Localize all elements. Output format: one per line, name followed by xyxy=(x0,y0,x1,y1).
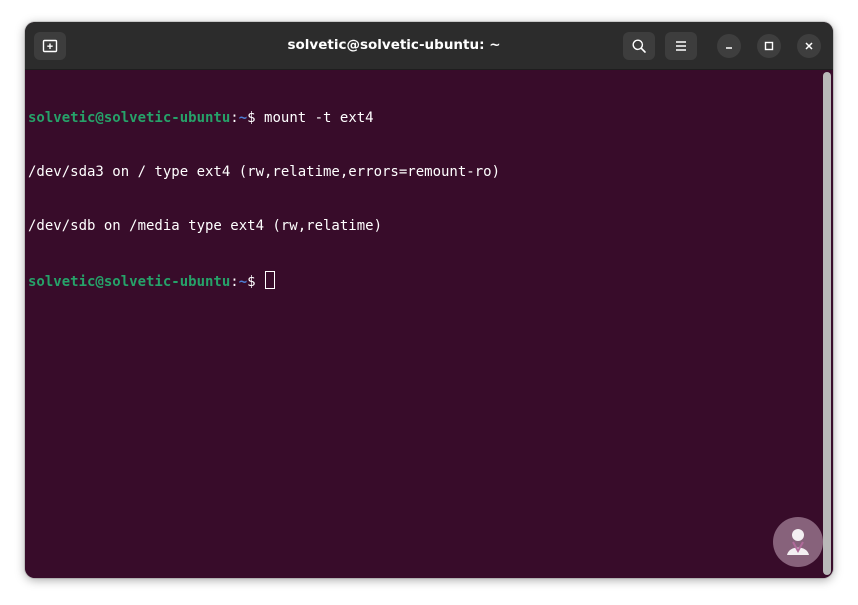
terminal-window: solvetic@solvetic-ubuntu: ~ solvetic@sol… xyxy=(25,22,833,578)
prompt-dollar: $ xyxy=(247,274,265,290)
output-text: /dev/sdb on /media type ext4 (rw,relatim… xyxy=(28,218,383,234)
text-cursor xyxy=(265,271,276,289)
maximize-button[interactable] xyxy=(757,34,781,58)
close-button[interactable] xyxy=(797,34,821,58)
terminal-line: /dev/sda3 on / type ext4 (rw,relatime,er… xyxy=(28,163,500,181)
command-text: mount -t ext4 xyxy=(264,110,374,126)
prompt-path: ~ xyxy=(238,274,248,290)
new-tab-button[interactable] xyxy=(34,32,66,60)
headerbar: solvetic@solvetic-ubuntu: ~ xyxy=(25,22,833,70)
new-tab-icon xyxy=(42,39,58,53)
solvetic-logo xyxy=(773,517,823,567)
prompt-user-host: solvetic@solvetic-ubuntu xyxy=(28,274,231,290)
output-text: /dev/sda3 on / type ext4 (rw,relatime,er… xyxy=(28,164,501,180)
search-button[interactable] xyxy=(623,32,655,60)
prompt-separator: : xyxy=(230,110,239,126)
maximize-icon xyxy=(764,41,774,51)
terminal-area[interactable]: solvetic@solvetic-ubuntu:~$ mount -t ext… xyxy=(25,70,833,578)
prompt-path: ~ xyxy=(238,110,248,126)
terminal-line: solvetic@solvetic-ubuntu:~$ xyxy=(28,271,500,290)
prompt-dollar: $ xyxy=(247,110,265,126)
close-icon xyxy=(805,42,813,50)
search-icon xyxy=(632,39,646,53)
menu-button[interactable] xyxy=(665,32,697,60)
prompt-user-host: solvetic@solvetic-ubuntu xyxy=(28,110,231,126)
hamburger-menu-icon xyxy=(676,41,686,51)
terminal-line: /dev/sdb on /media type ext4 (rw,relatim… xyxy=(28,217,500,235)
minimize-button[interactable] xyxy=(717,34,741,58)
solvetic-logo-icon xyxy=(787,529,809,555)
scrollbar-thumb[interactable] xyxy=(823,72,831,575)
scrollbar[interactable] xyxy=(823,72,831,575)
terminal-line: solvetic@solvetic-ubuntu:~$ mount -t ext… xyxy=(28,109,500,127)
terminal-output: solvetic@solvetic-ubuntu:~$ mount -t ext… xyxy=(28,73,500,325)
minimize-icon xyxy=(726,47,732,49)
prompt-separator: : xyxy=(230,274,239,290)
window-title: solvetic@solvetic-ubuntu: ~ xyxy=(287,37,501,53)
